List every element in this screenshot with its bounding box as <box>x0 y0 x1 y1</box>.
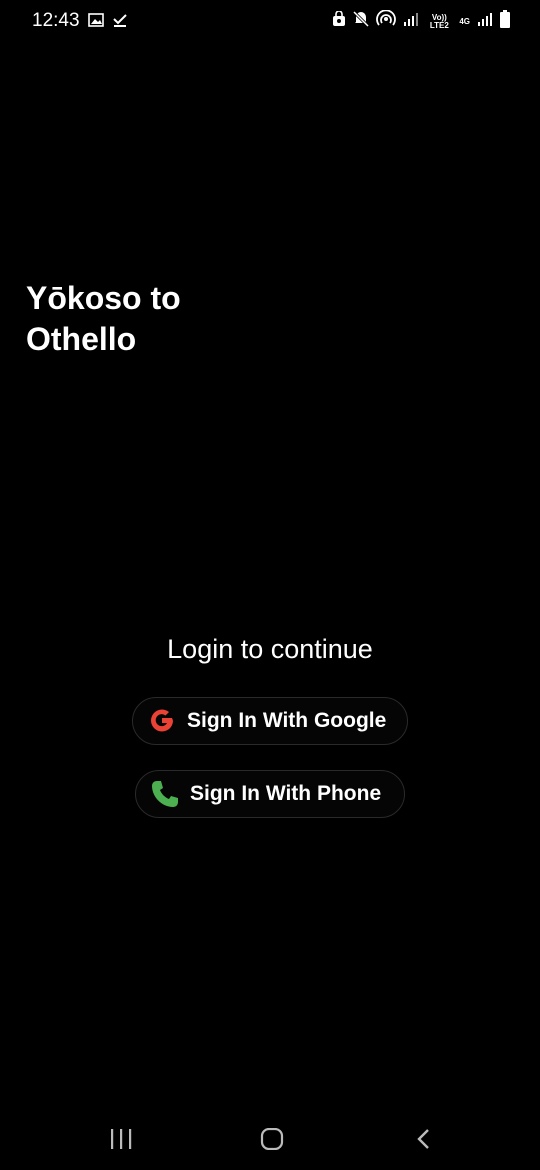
battery-icon <box>500 10 510 33</box>
status-right-icons: Vo)) LTE2 4G <box>332 9 510 33</box>
phone-sign-in-button[interactable]: Sign In With Phone <box>135 770 405 818</box>
navigation-bar <box>0 1110 540 1170</box>
signal-icon <box>403 11 419 32</box>
phone-sign-in-label: Sign In With Phone <box>190 782 382 805</box>
google-sign-in-label: Sign In With Google <box>187 709 387 732</box>
welcome-title: Yōkoso to Othello <box>26 280 181 357</box>
volte-label: Vo)) LTE2 <box>429 12 449 30</box>
lock-badge-icon <box>332 10 346 32</box>
gallery-icon <box>88 13 104 32</box>
google-sign-in-button[interactable]: Sign In With Google <box>132 697 408 745</box>
signal-icon <box>477 11 493 32</box>
hotspot-icon <box>376 9 397 33</box>
login-prompt: Login to continue <box>167 634 373 664</box>
recent-apps-icon[interactable] <box>101 1124 141 1154</box>
status-bar: 12:43 Vo)) LTE2 4G <box>0 0 540 44</box>
mute-icon <box>353 10 370 32</box>
back-icon[interactable] <box>404 1124 444 1154</box>
network-type-label: 4G <box>459 16 470 26</box>
download-done-icon <box>112 12 128 33</box>
google-icon <box>145 704 179 738</box>
status-left-icons <box>88 12 128 33</box>
status-time: 12:43 <box>32 10 80 31</box>
phone-icon <box>148 777 182 811</box>
home-icon[interactable] <box>252 1124 292 1154</box>
